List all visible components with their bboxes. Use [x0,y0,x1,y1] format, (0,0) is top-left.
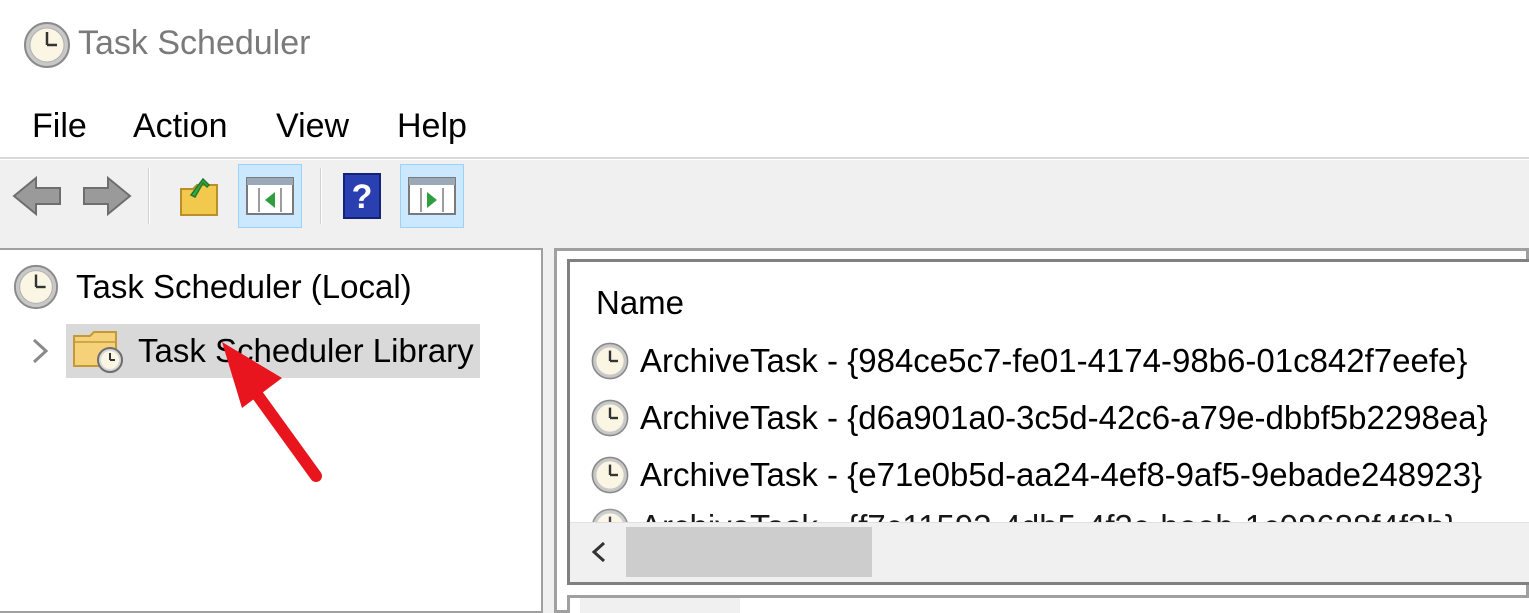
list-item[interactable]: ArchiveTask - {d6a901a0-3c5d-42c6-a79e-d… [590,393,1488,443]
title-bar: Task Scheduler [0,0,1529,95]
folder-clock-icon [73,331,123,373]
svg-text:?: ? [352,178,373,216]
list-item[interactable]: ArchiveTask - {984ce5c7-fe01-4174-98b6-0… [590,336,1467,386]
show-hide-console-tree-button[interactable] [238,164,302,228]
menu-bar: File Action View Help [0,95,1529,159]
details-tab[interactable] [580,598,740,613]
menu-file[interactable]: File [32,107,87,146]
tree-item-label: Task Scheduler (Local) [76,268,412,305]
results-pane: Name ArchiveTask - {984ce5c7-fe01-4174-9… [554,248,1529,613]
back-button[interactable] [6,164,70,228]
task-scheduler-clock-icon [13,264,59,310]
list-item[interactable]: ArchiveTask - {e71e0b5d-aa24-4ef8-9af5-9… [590,450,1482,500]
task-scheduler-clock-icon [24,22,70,68]
show-hide-action-pane-button[interactable] [400,164,464,228]
toolbar-separator [320,168,322,224]
back-icon [12,175,61,217]
show-hide-action-pane-icon [408,177,456,215]
show-hide-console-tree-icon [246,177,294,215]
column-header-name[interactable]: Name [596,284,684,322]
scroll-left-icon[interactable] [584,537,614,567]
scrollbar-thumb[interactable] [626,527,872,577]
task-clock-icon [591,399,629,437]
toolbar: ? [0,160,1529,232]
toolbar-separator [148,168,150,224]
forward-button[interactable] [74,164,138,228]
menu-action[interactable]: Action [133,107,228,146]
task-name: ArchiveTask - {984ce5c7-fe01-4174-98b6-0… [640,342,1468,379]
horizontal-scrollbar[interactable] [570,522,1529,582]
task-details-pane [567,595,1529,613]
task-name: ArchiveTask - {e71e0b5d-aa24-4ef8-9af5-9… [640,456,1483,493]
help-button[interactable]: ? [330,164,394,228]
window-title: Task Scheduler [78,24,311,62]
task-clock-icon [591,342,629,380]
menu-view[interactable]: View [276,107,349,146]
help-icon: ? [343,173,381,219]
forward-icon [83,175,132,217]
annotation-arrow-icon [222,342,322,482]
menu-help[interactable]: Help [397,107,467,146]
task-clock-icon [591,456,629,494]
tree-item-task-scheduler-local[interactable]: Task Scheduler (Local) [12,262,412,312]
task-name: ArchiveTask - {d6a901a0-3c5d-42c6-a79e-d… [640,399,1488,436]
chevron-right-icon[interactable] [28,336,52,366]
task-list: Name ArchiveTask - {984ce5c7-fe01-4174-9… [567,259,1529,585]
up-one-level-button[interactable] [168,164,232,228]
up-folder-icon [180,177,218,216]
